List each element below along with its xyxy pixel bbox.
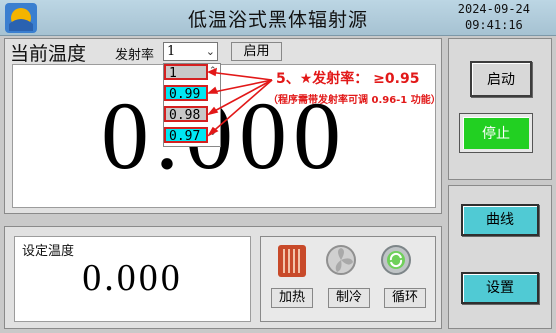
enable-button[interactable]: 启用 — [231, 42, 282, 61]
fan-icon — [326, 245, 356, 275]
annotation-emissivity-spec: 5、★发射率： ≥0.95 — [276, 71, 420, 87]
emissivity-option-0-98[interactable]: 0.98 — [164, 106, 208, 123]
current-temp-label: 当前温度 — [10, 43, 87, 65]
start-button[interactable]: 启动 — [470, 61, 532, 97]
scroll-up-icon: ⌃ — [209, 66, 217, 76]
scroll-down-icon: ⌄ — [209, 128, 217, 138]
emissivity-label: 发射率 — [115, 48, 155, 63]
heat-button[interactable]: 加热 — [271, 288, 313, 308]
set-temp-value[interactable]: 0.000 — [14, 256, 251, 300]
emissivity-option-0-97[interactable]: 0.97 — [164, 127, 208, 144]
clock: 2024-09-24 09:41:16 — [458, 1, 530, 33]
settings-button[interactable]: 设置 — [461, 272, 539, 304]
annotation-emissivity-note: （程序需带发射率可调 0.96-1 功能） — [268, 95, 441, 106]
chevron-down-icon: ⌄ — [205, 45, 215, 58]
circulation-icon — [381, 245, 411, 275]
emissivity-select[interactable]: 1 ⌄ — [163, 42, 218, 61]
heater-icon — [278, 245, 306, 277]
time-readout: 09:41:16 — [464, 18, 523, 32]
curve-button[interactable]: 曲线 — [461, 204, 539, 236]
control-panel-upper — [448, 38, 552, 180]
cool-button[interactable]: 制冷 — [328, 288, 370, 308]
emissivity-selected-value: 1 — [167, 44, 176, 59]
circulate-button[interactable]: 循环 — [384, 288, 426, 308]
emissivity-option-0-99[interactable]: 0.99 — [164, 85, 208, 102]
stop-button[interactable]: 停止 — [459, 113, 533, 153]
emissivity-option-1[interactable]: 1 — [164, 64, 208, 81]
date-readout: 2024-09-24 — [457, 2, 530, 16]
